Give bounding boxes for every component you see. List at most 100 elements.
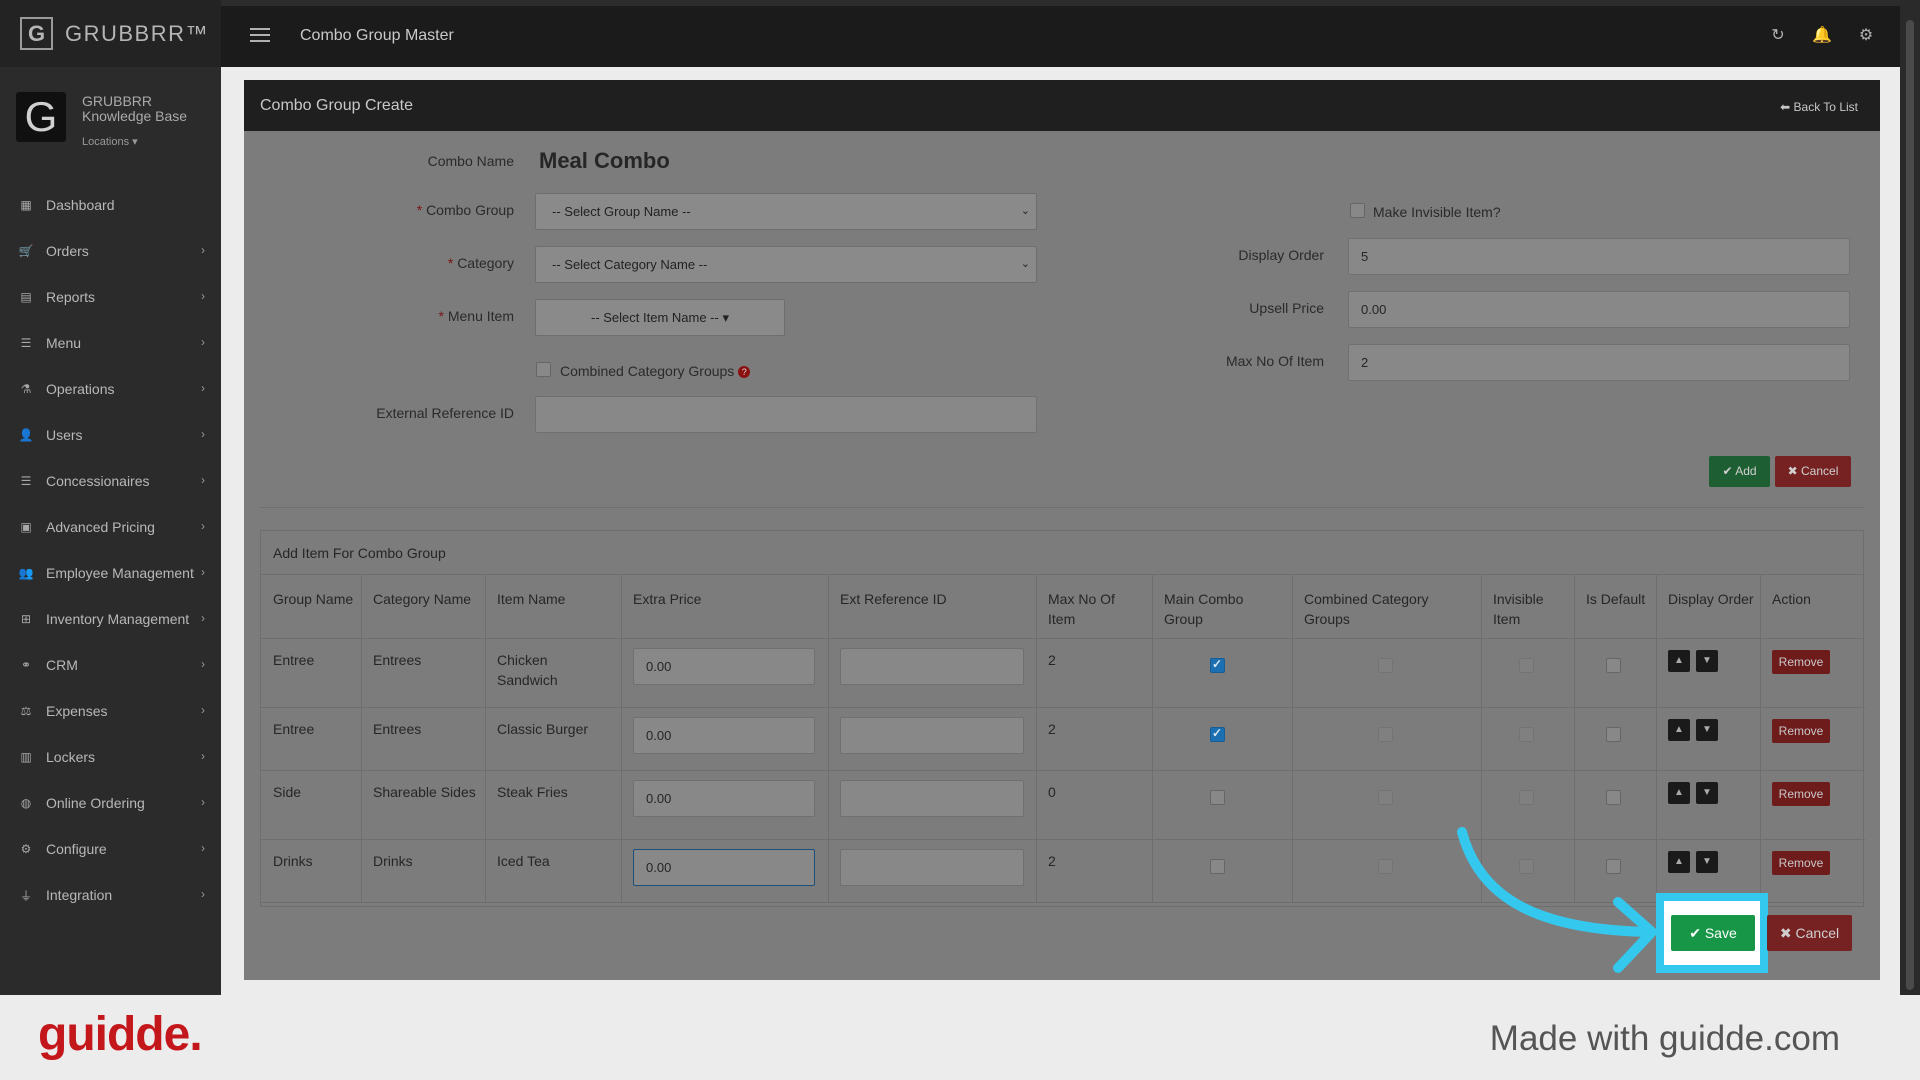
gear-icon[interactable]: ⚙	[1857, 27, 1875, 45]
sidebar-item-label: Employee Management	[46, 565, 194, 581]
column-header: Invisible Item	[1493, 591, 1544, 627]
column-header: Extra Price	[633, 591, 702, 607]
chevron-right-icon: ›	[201, 519, 205, 533]
make-invisible-checkbox[interactable]	[1350, 203, 1365, 218]
remove-button[interactable]: Remove	[1772, 782, 1830, 806]
app-window: G GRUBBRR™ Combo Group Master ↻ 🔔 ⚙ G GR…	[0, 0, 1920, 995]
external-reference-input[interactable]	[535, 396, 1037, 433]
sidebar-item-label: Advanced Pricing	[46, 519, 155, 535]
sidebar-item-integration[interactable]: ⏚ Integration ›	[0, 872, 221, 918]
cancel-button[interactable]: ✖ Cancel	[1767, 915, 1852, 951]
sidebar-item-reports[interactable]: ▤ Reports ›	[0, 274, 221, 320]
hamburger-menu-icon[interactable]	[250, 28, 270, 42]
add-button[interactable]: ✔ Add	[1709, 456, 1770, 487]
main-combo-checkbox[interactable]	[1210, 790, 1225, 805]
max-items-cell: 2	[1048, 721, 1056, 737]
sidebar-item-label: Configure	[46, 841, 107, 857]
max-items-cell: 2	[1048, 652, 1056, 668]
sidebar-item-crm[interactable]: ⚭ CRM ›	[0, 642, 221, 688]
table-caption: Add Item For Combo Group	[261, 531, 1863, 575]
max-items-label: Max No Of Item	[1225, 353, 1324, 369]
upsell-price-input[interactable]: 0.00	[1348, 291, 1850, 328]
sidebar-item-menu[interactable]: ☰ Menu ›	[0, 320, 221, 366]
sidebar-item-orders[interactable]: 🛒 Orders ›	[0, 228, 221, 274]
group-name-cell: Side	[273, 784, 302, 800]
refresh-icon[interactable]: ↻	[1769, 27, 1787, 45]
ext-reference-input[interactable]	[840, 849, 1024, 886]
sidebar-item-inventory-management[interactable]: ⊞ Inventory Management ›	[0, 596, 221, 642]
help-icon[interactable]: ?	[738, 366, 751, 379]
main-combo-checkbox[interactable]	[1210, 859, 1225, 874]
extra-price-input[interactable]: 0.00	[633, 717, 815, 754]
ext-reference-input[interactable]	[840, 648, 1024, 685]
menu-item-select[interactable]: -- Select Item Name -- ▾	[535, 299, 785, 336]
row-divider	[261, 770, 1865, 771]
move-down-icon[interactable]: ▼	[1696, 782, 1718, 804]
move-down-icon[interactable]: ▼	[1696, 719, 1718, 741]
combo-group-select[interactable]: -- Select Group Name -- ⌄	[535, 193, 1037, 230]
bell-icon[interactable]: 🔔	[1812, 27, 1832, 45]
scrollbar-thumb[interactable]	[1906, 20, 1914, 990]
remove-button[interactable]: Remove	[1772, 719, 1830, 743]
sidebar-item-lockers[interactable]: ▥ Lockers ›	[0, 734, 221, 780]
remove-button[interactable]: Remove	[1772, 851, 1830, 875]
locations-dropdown[interactable]: Locations ▾	[82, 135, 138, 148]
combo-group-label: * Combo Group	[416, 202, 514, 218]
brand-logo[interactable]: G GRUBBRR™	[0, 0, 221, 67]
remove-button[interactable]: Remove	[1772, 650, 1830, 674]
move-down-icon[interactable]: ▼	[1696, 650, 1718, 672]
move-up-icon[interactable]: ▲	[1668, 650, 1690, 672]
column-header: Display Order	[1668, 591, 1754, 607]
make-invisible-label: Make Invisible Item?	[1373, 204, 1501, 220]
back-to-list-link[interactable]: ⬅ Back To List	[1780, 100, 1858, 114]
ext-reference-input[interactable]	[840, 780, 1024, 817]
column-header: Combined Category Groups	[1304, 591, 1429, 627]
dashboard-icon: ▦	[20, 198, 32, 212]
max-items-cell: 2	[1048, 853, 1056, 869]
is-default-checkbox[interactable]	[1606, 727, 1621, 742]
is-default-checkbox[interactable]	[1606, 790, 1621, 805]
move-up-icon[interactable]: ▲	[1668, 782, 1690, 804]
move-down-icon[interactable]: ▼	[1696, 851, 1718, 873]
extra-price-input[interactable]: 0.00	[633, 648, 815, 685]
arrow-left-icon: ⬅	[1780, 100, 1794, 114]
sidebar-item-employee-management[interactable]: 👥 Employee Management ›	[0, 550, 221, 596]
caret-down-icon: ▾	[722, 310, 729, 325]
combined-category-checkbox	[1378, 658, 1393, 673]
ext-reference-input[interactable]	[840, 717, 1024, 754]
category-name-cell: Entrees	[373, 721, 422, 737]
chevron-right-icon: ›	[201, 611, 205, 625]
globe-icon: ◍	[20, 796, 32, 810]
combined-category-checkbox[interactable]	[536, 362, 551, 377]
group-name-cell: Entree	[273, 652, 315, 668]
chevron-right-icon: ›	[201, 243, 205, 257]
display-order-input[interactable]: 5	[1348, 238, 1850, 275]
sidebar-item-label: Orders	[46, 243, 89, 259]
sidebar-item-configure[interactable]: ⚙ Configure ›	[0, 826, 221, 872]
sidebar-item-operations[interactable]: ⚗ Operations ›	[0, 366, 221, 412]
chevron-down-icon: ⌄	[1020, 258, 1030, 270]
extra-price-input[interactable]: 0.00	[633, 780, 815, 817]
extra-price-input[interactable]: 0.00	[633, 849, 815, 886]
sidebar-item-online-ordering[interactable]: ◍ Online Ordering ›	[0, 780, 221, 826]
category-select[interactable]: -- Select Category Name -- ⌄	[535, 246, 1037, 283]
main-combo-checkbox[interactable]	[1210, 726, 1225, 742]
sidebar-item-expenses[interactable]: ⚖ Expenses ›	[0, 688, 221, 734]
sidebar-item-label: Lockers	[46, 749, 96, 765]
main-combo-checkbox[interactable]	[1210, 657, 1225, 673]
combo-name-value: Meal Combo	[539, 148, 670, 173]
max-items-input[interactable]: 2	[1348, 344, 1850, 381]
cancel-form-button[interactable]: ✖ Cancel	[1775, 456, 1851, 487]
item-name-cell: Iced Tea	[497, 853, 550, 869]
sidebar-item-dashboard[interactable]: ▦ Dashboard	[0, 182, 221, 228]
save-button[interactable]: ✔ Save	[1671, 915, 1755, 951]
column-divider	[1760, 575, 1761, 902]
is-default-checkbox[interactable]	[1606, 658, 1621, 673]
column-header: Group Name	[273, 591, 354, 607]
group-name-cell: Entree	[273, 721, 315, 737]
move-up-icon[interactable]: ▲	[1668, 719, 1690, 741]
sidebar-item-advanced-pricing[interactable]: ▣ Advanced Pricing ›	[0, 504, 221, 550]
sidebar-item-users[interactable]: 👤 Users ›	[0, 412, 221, 458]
sidebar-item-label: Integration	[46, 887, 113, 903]
sidebar-item-concessionaires[interactable]: ☰ Concessionaires ›	[0, 458, 221, 504]
